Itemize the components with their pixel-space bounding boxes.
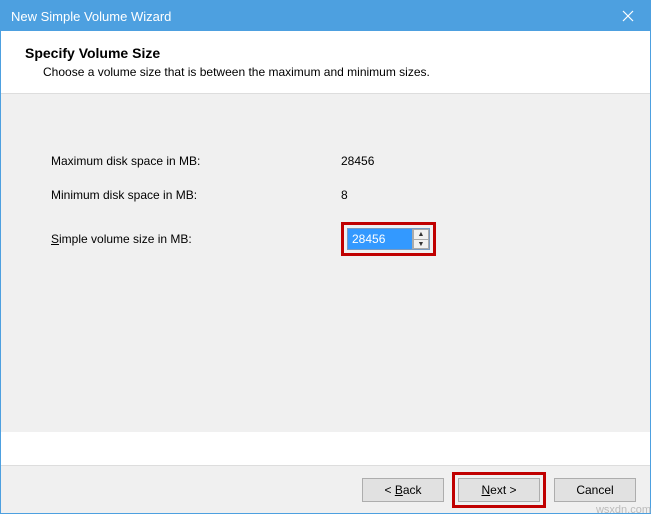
wizard-header: Specify Volume Size Choose a volume size…: [1, 31, 650, 94]
volume-size-label: Simple volume size in MB:: [51, 232, 341, 246]
max-space-value: 28456: [341, 154, 374, 168]
volume-size-row: Simple volume size in MB: ▲ ▼: [51, 222, 600, 256]
window-title: New Simple Volume Wizard: [11, 9, 171, 24]
max-space-row: Maximum disk space in MB: 28456: [51, 154, 600, 168]
spinner-down-button[interactable]: ▼: [413, 239, 429, 249]
page-heading: Specify Volume Size: [25, 45, 626, 61]
next-button[interactable]: Next >: [458, 478, 540, 502]
close-button[interactable]: [605, 1, 650, 31]
close-icon: [622, 10, 634, 22]
volume-size-input[interactable]: [348, 229, 412, 249]
wizard-content: Maximum disk space in MB: 28456 Minimum …: [1, 94, 650, 432]
volume-size-spinner: ▲ ▼: [347, 228, 430, 250]
min-space-value: 8: [341, 188, 348, 202]
min-space-label: Minimum disk space in MB:: [51, 188, 341, 202]
cancel-button[interactable]: Cancel: [554, 478, 636, 502]
volume-size-highlight: ▲ ▼: [341, 222, 436, 256]
page-subheading: Choose a volume size that is between the…: [43, 65, 626, 79]
max-space-label: Maximum disk space in MB:: [51, 154, 341, 168]
wizard-window: New Simple Volume Wizard Specify Volume …: [0, 0, 651, 514]
titlebar: New Simple Volume Wizard: [1, 1, 650, 31]
back-button[interactable]: < Back: [362, 478, 444, 502]
watermark-text: wsxdn.com: [596, 504, 651, 516]
spinner-up-button[interactable]: ▲: [413, 229, 429, 239]
spinner-buttons: ▲ ▼: [412, 229, 429, 249]
wizard-footer: < Back Next > Cancel: [1, 465, 650, 513]
min-space-row: Minimum disk space in MB: 8: [51, 188, 600, 202]
next-button-highlight: Next >: [452, 472, 546, 508]
